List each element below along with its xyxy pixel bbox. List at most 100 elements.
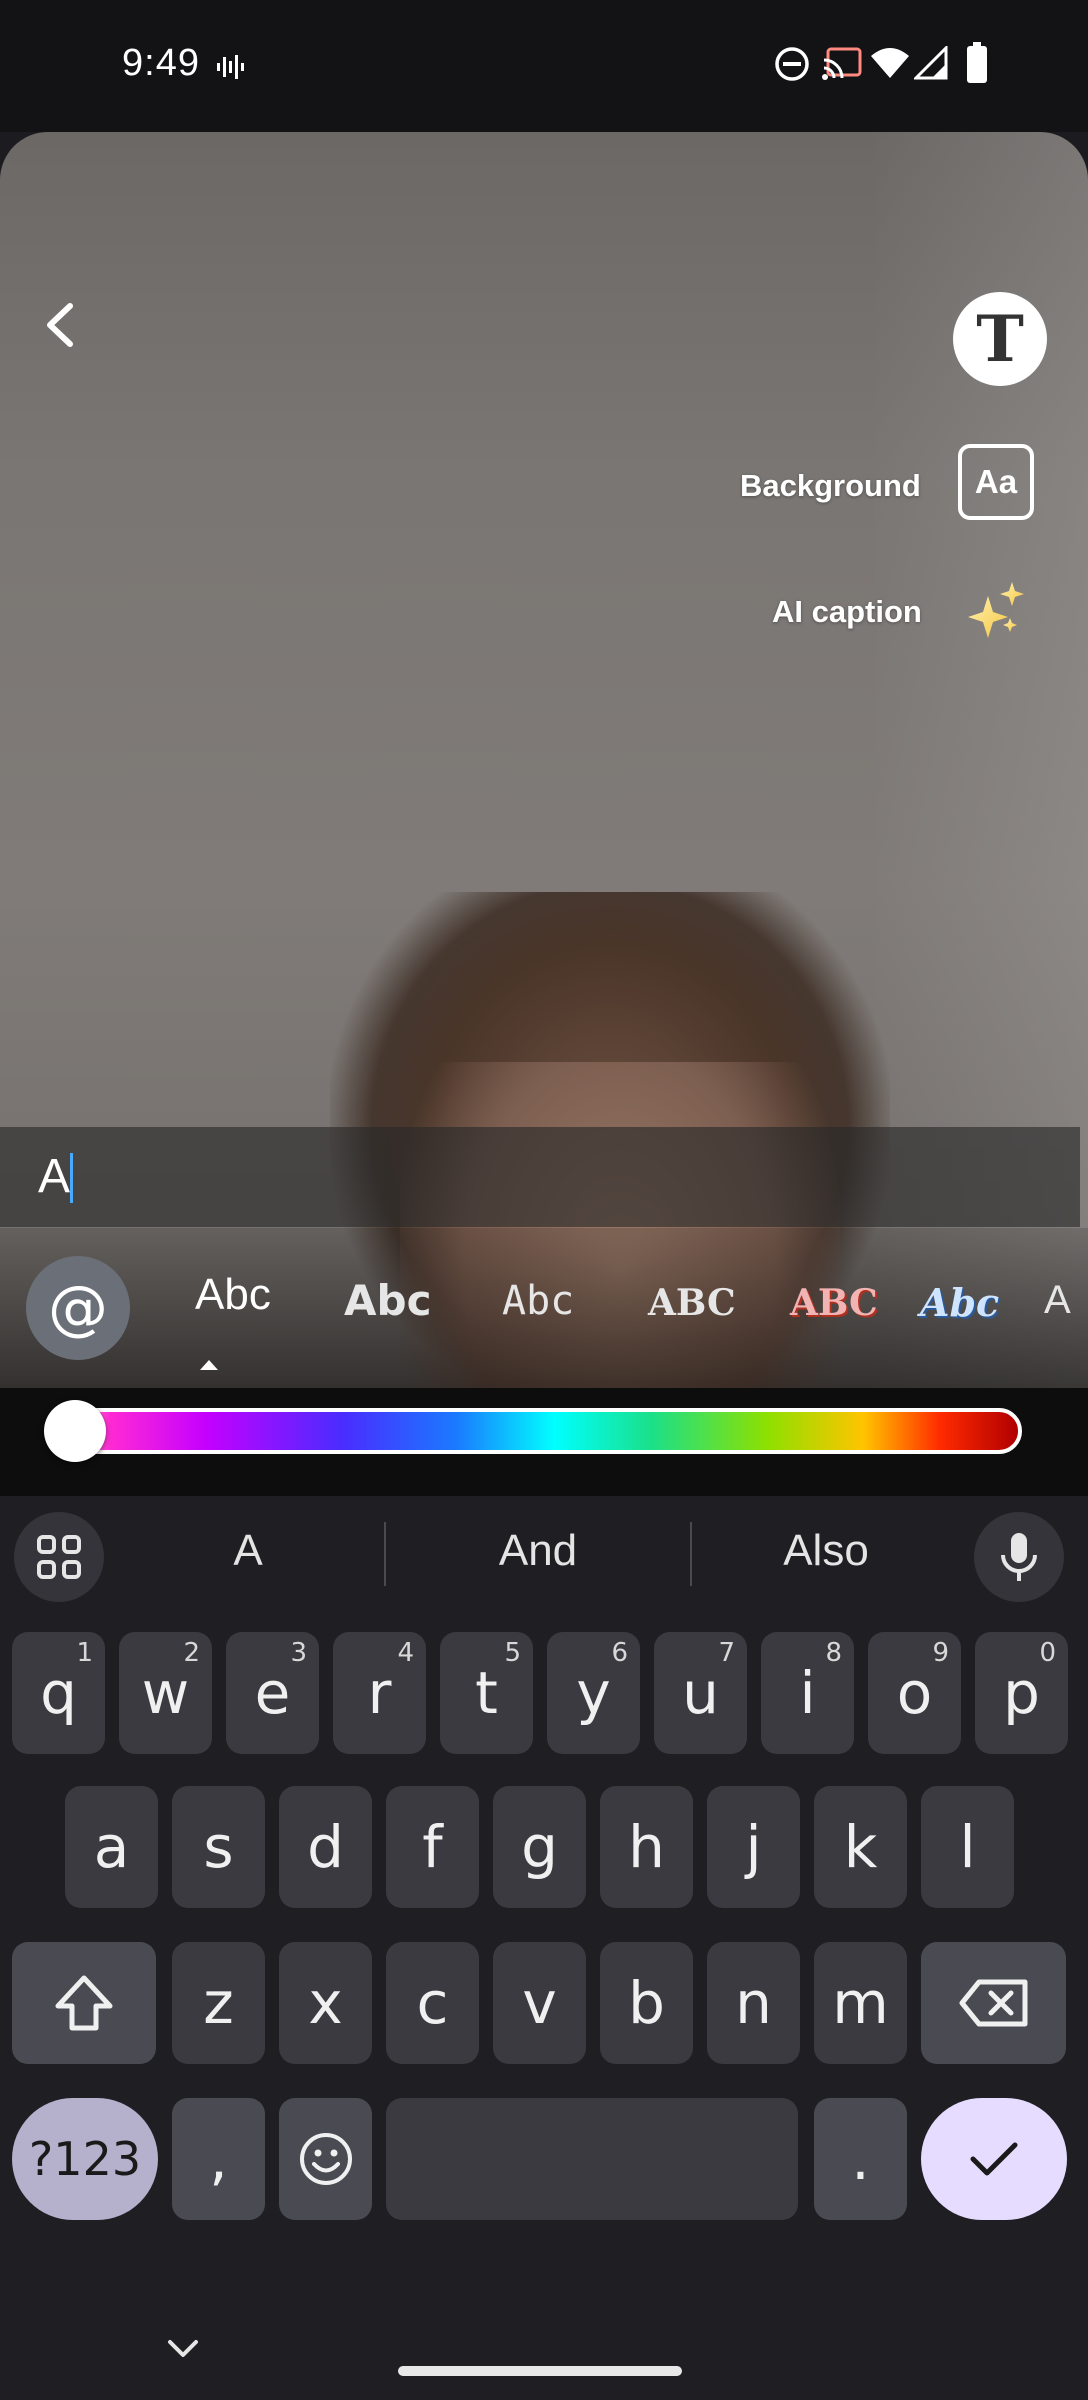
symbols-key[interactable]: ?123: [12, 2098, 158, 2220]
key-c[interactable]: c: [386, 1942, 479, 2064]
key-e[interactable]: e3: [226, 1632, 319, 1754]
key-j[interactable]: j: [707, 1786, 800, 1908]
key-hint: 6: [611, 1638, 628, 1668]
shift-key[interactable]: [12, 1942, 156, 2064]
key-d[interactable]: d: [279, 1786, 372, 1908]
text-mode-button[interactable]: T: [953, 292, 1047, 386]
ai-caption-label[interactable]: AI caption: [772, 594, 922, 630]
suggestion-3[interactable]: Also: [686, 1526, 966, 1576]
checkmark-icon: [970, 2142, 1018, 2176]
suggestion-1[interactable]: A: [108, 1526, 388, 1576]
key-t[interactable]: t5: [440, 1632, 533, 1754]
backspace-icon: [959, 1979, 1027, 2027]
key-label: e: [254, 1659, 291, 1727]
key-label: w: [141, 1659, 190, 1727]
key-label: t: [475, 1659, 498, 1727]
microphone-icon: [1001, 1533, 1037, 1581]
comma-key[interactable]: ,: [172, 2098, 265, 2220]
key-label: y: [576, 1659, 611, 1727]
key-l[interactable]: l: [921, 1786, 1014, 1908]
font-option-caps[interactable]: ABC: [648, 1282, 736, 1324]
suggestion-divider: [384, 1522, 386, 1586]
key-label: q: [40, 1659, 77, 1727]
battery-icon: [967, 42, 987, 83]
key-hint: 7: [718, 1638, 735, 1668]
key-label: o: [896, 1659, 933, 1727]
key-k[interactable]: k: [814, 1786, 907, 1908]
key-hint: 8: [825, 1638, 842, 1668]
emoji-key[interactable]: [279, 2098, 372, 2220]
backspace-key[interactable]: [921, 1942, 1066, 2064]
key-hint: 5: [504, 1638, 521, 1668]
key-hint: 1: [76, 1638, 93, 1668]
home-indicator[interactable]: [398, 2366, 682, 2376]
key-y[interactable]: y6: [547, 1632, 640, 1754]
caption-text-field[interactable]: A: [0, 1127, 1080, 1227]
status-bar: 9:49: [0, 0, 1088, 132]
font-option-typewriter[interactable]: Abc: [502, 1278, 574, 1324]
key-r[interactable]: r4: [333, 1632, 426, 1754]
key-w[interactable]: w2: [119, 1632, 212, 1754]
key-label: i: [799, 1659, 816, 1727]
caption-text: A: [38, 1150, 71, 1203]
key-s[interactable]: s: [172, 1786, 265, 1908]
shift-icon: [55, 1975, 113, 2031]
key-n[interactable]: n: [707, 1942, 800, 2064]
key-x[interactable]: x: [279, 1942, 372, 2064]
key-q[interactable]: q1: [12, 1632, 105, 1754]
key-f[interactable]: f: [386, 1786, 479, 1908]
status-clock: 9:49: [122, 42, 200, 84]
key-o[interactable]: o9: [868, 1632, 961, 1754]
key-label: p: [1003, 1659, 1040, 1727]
background-toggle-button[interactable]: Aa: [958, 444, 1034, 520]
key-b[interactable]: b: [600, 1942, 693, 2064]
apps-grid-icon: [37, 1535, 81, 1579]
key-g[interactable]: g: [493, 1786, 586, 1908]
text-style-icon: T: [976, 301, 1024, 377]
done-key[interactable]: [921, 2098, 1067, 2220]
keyboard-menu-button[interactable]: [14, 1512, 104, 1602]
cell-signal-icon: [914, 46, 948, 80]
keyboard: A And Also q1 w2 e3 r4 t5 y6 u7 i8 o9 p0…: [0, 1496, 1088, 2400]
background-label[interactable]: Background: [740, 468, 921, 504]
key-hint: 2: [183, 1638, 200, 1668]
key-label: r: [367, 1659, 392, 1727]
key-hint: 4: [397, 1638, 414, 1668]
key-p[interactable]: p0: [975, 1632, 1068, 1754]
key-hint: 3: [290, 1638, 307, 1668]
text-cursor: [70, 1153, 73, 1203]
color-slider[interactable]: [48, 1408, 1022, 1454]
key-i[interactable]: i8: [761, 1632, 854, 1754]
space-key[interactable]: [386, 2098, 798, 2220]
at-sign-icon: @: [48, 1273, 108, 1343]
key-u[interactable]: u7: [654, 1632, 747, 1754]
key-v[interactable]: v: [493, 1942, 586, 2064]
background-button-label: Aa: [974, 463, 1018, 500]
key-z[interactable]: z: [172, 1942, 265, 2064]
voice-input-button[interactable]: [974, 1512, 1064, 1602]
key-m[interactable]: m: [814, 1942, 907, 2064]
wifi-icon: [871, 48, 909, 78]
font-style-picker[interactable]: @ Abc Abc Abc ABC ABC Abc A: [0, 1228, 1088, 1388]
font-option-more[interactable]: A: [1044, 1278, 1071, 1323]
hide-keyboard-icon[interactable]: [166, 2338, 200, 2360]
suggestion-2[interactable]: And: [398, 1526, 678, 1576]
mention-button[interactable]: @: [26, 1256, 130, 1360]
key-label: u: [682, 1659, 719, 1727]
font-option-classic[interactable]: Abc: [195, 1270, 271, 1320]
font-option-gothic[interactable]: Abc: [920, 1280, 999, 1325]
selected-font-indicator: [200, 1360, 218, 1370]
cast-icon: [822, 47, 862, 80]
font-option-neon[interactable]: ABC: [790, 1282, 878, 1324]
color-slider-area: [0, 1388, 1088, 1496]
emoji-icon: [299, 2133, 352, 2185]
font-option-bold[interactable]: Abc: [344, 1276, 431, 1325]
color-slider-thumb[interactable]: [44, 1400, 106, 1462]
key-h[interactable]: h: [600, 1786, 693, 1908]
period-key[interactable]: .: [814, 2098, 907, 2220]
sparkles-icon[interactable]: [966, 580, 1026, 640]
back-icon[interactable]: [40, 302, 86, 348]
key-a[interactable]: a: [65, 1786, 158, 1908]
do-not-disturb-icon: [775, 47, 809, 81]
voice-activity-icon: [217, 55, 244, 79]
